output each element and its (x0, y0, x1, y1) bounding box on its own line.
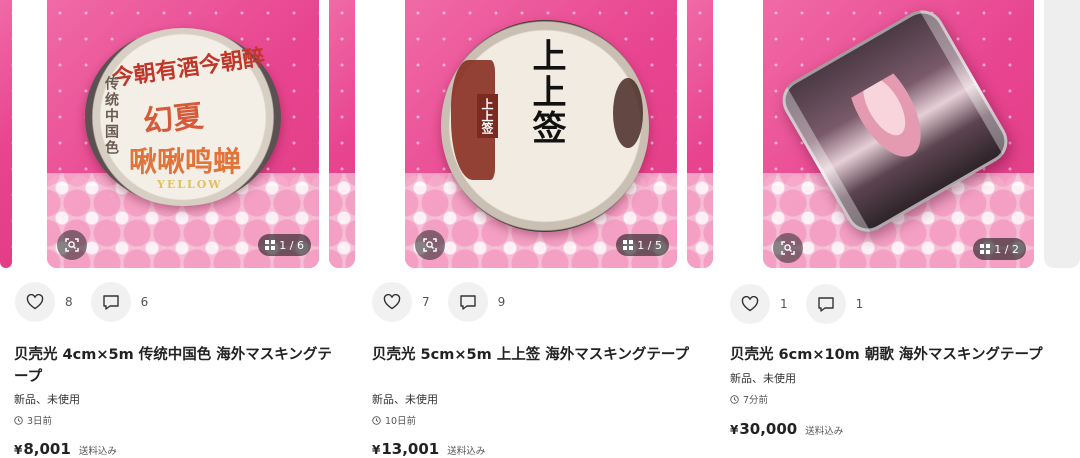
price-row: ¥13,001 送料込み (372, 440, 485, 458)
price-value: 13,001 (381, 440, 440, 458)
like-button[interactable] (15, 282, 55, 322)
listing-time: 7分前 (730, 392, 768, 406)
price: ¥30,000 (730, 420, 797, 438)
shipping-note: 送料込み (805, 426, 844, 437)
comment-count: 9 (497, 295, 506, 309)
comment-count: 1 (855, 297, 864, 311)
speech-bubble-icon (459, 294, 476, 310)
product-grid: 今朝有酒今朝醉 传统中国色 幻夏 啾啾鸣蝉 YELLOW 1 / 6 8 6 贝… (0, 0, 1080, 458)
price-row: ¥8,001 送料込み (14, 440, 117, 458)
price-value: 8,001 (23, 440, 71, 458)
like-count: 8 (65, 295, 73, 309)
artwork-text: 上上签 (526, 38, 566, 146)
product-image[interactable]: 上上签 上上签 1 / 5 (405, 0, 677, 268)
product-card-2[interactable]: 上上签 上上签 1 / 5 7 9 贝壳光 5cm×5m 上上签 海外マスキング… (357, 0, 713, 458)
item-condition: 新品、未使用 (372, 393, 438, 406)
grid-icon (265, 240, 276, 250)
image-count: 1 / 6 (279, 238, 304, 252)
engagement-bar: 1 1 (730, 284, 881, 324)
image-count: 1 / 5 (637, 238, 662, 252)
product-title[interactable]: 贝壳光 6cm×10m 朝歌 海外マスキングテープ (730, 344, 1075, 366)
clock-icon (730, 394, 739, 404)
tape-roll-artwork: 上上签 上上签 (441, 20, 649, 232)
artwork-text: 上上签 (477, 94, 498, 138)
heart-outline-icon (741, 296, 759, 312)
artwork-text: 传统中国色 (103, 76, 119, 156)
tape-roll-artwork: 今朝有酒今朝醉 传统中国色 幻夏 啾啾鸣蝉 YELLOW (85, 28, 281, 206)
shipping-note: 送料込み (78, 446, 117, 457)
currency: ¥ (372, 443, 381, 457)
artwork-text: 啾啾鸣蝉 (129, 145, 242, 178)
listing-time: 10日前 (372, 413, 416, 427)
comment-button[interactable] (805, 284, 846, 324)
artwork-text: 今朝有酒今朝醉 (110, 44, 267, 92)
artwork-text: 幻夏 (141, 98, 206, 141)
price: ¥13,001 (372, 440, 439, 458)
image-search-icon[interactable] (773, 233, 803, 263)
item-condition: 新品、未使用 (14, 393, 80, 406)
heart-outline-icon (26, 294, 44, 310)
time-label: 7分前 (743, 395, 769, 406)
comment-button[interactable] (90, 282, 131, 322)
image-search-icon[interactable] (57, 230, 87, 260)
clock-icon (14, 415, 23, 425)
product-title[interactable]: 贝壳光 5cm×5m 上上签 海外マスキングテープ (372, 344, 710, 366)
image-search-icon[interactable] (415, 230, 445, 260)
item-condition: 新品、未使用 (730, 372, 796, 385)
product-title[interactable]: 贝壳光 4cm×5m 传统中国色 海外マスキングテープ (14, 344, 344, 388)
comment-button[interactable] (447, 282, 488, 322)
image-count-badge: 1 / 2 (973, 238, 1026, 260)
product-card-3[interactable]: 1 / 2 1 1 贝壳光 6cm×10m 朝歌 海外マスキングテープ 新品、未… (715, 0, 1080, 458)
clock-icon (372, 415, 381, 425)
currency: ¥ (14, 443, 23, 457)
product-image[interactable]: 1 / 2 (763, 0, 1034, 268)
time-label: 3日前 (27, 416, 53, 427)
speech-bubble-icon (817, 296, 834, 312)
like-button[interactable] (372, 282, 412, 322)
currency: ¥ (730, 423, 739, 437)
image-count: 1 / 2 (994, 242, 1019, 256)
grid-icon (623, 240, 634, 250)
speech-bubble-icon (102, 294, 119, 310)
time-label: 10日前 (385, 416, 417, 427)
like-count: 7 (422, 295, 430, 309)
engagement-bar: 8 6 (15, 282, 166, 322)
image-count-badge: 1 / 5 (616, 234, 669, 256)
image-count-badge: 1 / 6 (258, 234, 311, 256)
product-image[interactable]: 今朝有酒今朝醉 传统中国色 幻夏 啾啾鸣蝉 YELLOW 1 / 6 (47, 0, 319, 268)
grid-icon (980, 244, 991, 254)
product-card-1[interactable]: 今朝有酒今朝醉 传统中国色 幻夏 啾啾鸣蝉 YELLOW 1 / 6 8 6 贝… (0, 0, 355, 458)
listing-time: 3日前 (14, 413, 52, 427)
heart-outline-icon (383, 294, 401, 310)
artwork-text: YELLOW (157, 178, 223, 191)
like-count: 1 (780, 297, 788, 311)
price-row: ¥30,000 送料込み (730, 420, 843, 438)
comment-count: 6 (140, 295, 149, 309)
price-value: 30,000 (739, 420, 798, 438)
engagement-bar: 7 9 (372, 282, 523, 322)
price: ¥8,001 (14, 440, 71, 458)
shipping-note: 送料込み (447, 446, 486, 457)
like-button[interactable] (730, 284, 770, 324)
